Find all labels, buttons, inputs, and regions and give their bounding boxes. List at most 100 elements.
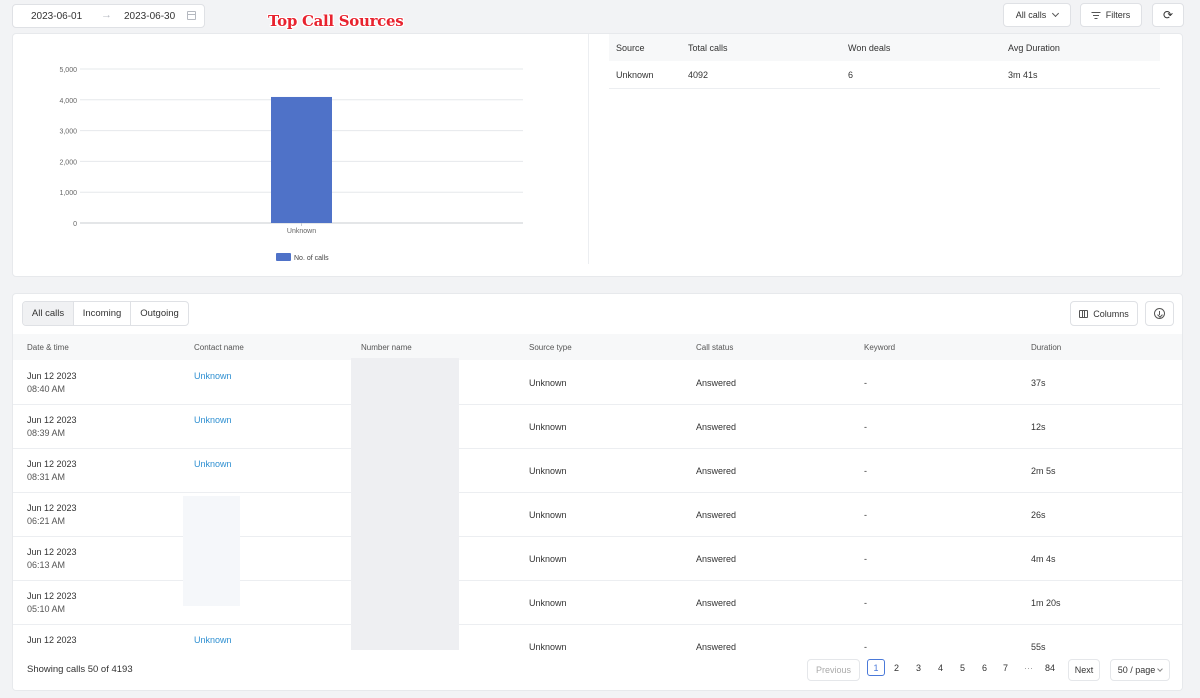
row-call-status: Answered [696, 466, 737, 476]
tab-incoming[interactable]: Incoming [74, 302, 131, 325]
page-84-button[interactable]: 84 [1045, 663, 1055, 673]
tab-all-calls[interactable]: All calls [23, 302, 74, 325]
table-row[interactable]: Jun 12 2023 08:39 AM Unknown Unknown Answere… [13, 405, 1182, 449]
y-tick-label: 2,000 [59, 159, 77, 166]
header-duration[interactable]: Duration [1031, 343, 1061, 352]
arrow-right-icon: → [101, 9, 112, 21]
table-row[interactable]: Jun 12 2023 08:31 AM Unknown Unknown Answere… [13, 449, 1182, 493]
contact-link[interactable]: Unknown [194, 371, 232, 381]
row-call-status: Answered [696, 598, 737, 608]
row-time: 08:31 AM [27, 472, 66, 482]
cell-total-calls: 4092 [688, 69, 709, 80]
cell-avg-duration: 3m 41s [1008, 69, 1038, 80]
calls-list-card: All calls Incoming Outgoing Columns Date… [12, 293, 1183, 691]
row-keyword: - [864, 466, 867, 476]
previous-page-button[interactable]: Previous [807, 659, 860, 681]
contact-link[interactable]: Unknown [194, 635, 232, 645]
columns-button[interactable]: Columns [1070, 301, 1138, 326]
chevron-down-icon [1157, 666, 1164, 672]
top-call-sources-card: 0 1,000 2,000 3,000 4,000 5,000 Unknown No. of … [12, 33, 1183, 277]
columns-icon [1079, 309, 1089, 318]
divider [588, 34, 589, 264]
row-time: 06:21 AM [27, 516, 66, 526]
row-date: Jun 12 2023 [27, 503, 77, 513]
row-source-type: Unknown [529, 598, 567, 608]
download-icon [1154, 308, 1165, 319]
x-tick-label: Unknown [287, 228, 316, 235]
header-date-time[interactable]: Date & time [27, 343, 69, 352]
chevron-down-icon [1052, 9, 1060, 18]
start-date[interactable]: 2023-06-01 [31, 11, 82, 22]
row-keyword: - [864, 598, 867, 608]
page-5-button[interactable]: 5 [960, 663, 965, 673]
row-time: 06:13 AM [27, 560, 66, 570]
table-footer: Showing calls 50 of 4193 Previous 1 2 3 … [13, 650, 1182, 690]
columns-label: Columns [1093, 308, 1129, 319]
page-7-button[interactable]: 7 [1003, 663, 1008, 673]
filter-icon [1091, 11, 1101, 19]
row-date: Jun 12 2023 [27, 371, 77, 381]
row-call-status: Answered [696, 422, 737, 432]
row-source-type: Unknown [529, 510, 567, 520]
row-call-status: Answered [696, 378, 737, 388]
y-tick-label: 1,000 [59, 190, 77, 197]
end-date[interactable]: 2023-06-30 [124, 11, 175, 22]
header-source: Source [616, 42, 645, 53]
filters-button[interactable]: Filters [1080, 3, 1142, 27]
header-source-type[interactable]: Source type [529, 343, 572, 352]
tab-outgoing[interactable]: Outgoing [131, 302, 188, 325]
table-row[interactable]: Jun 12 2023 08:40 AM Unknown Unknown Answere… [13, 361, 1182, 405]
header-avg-duration: Avg Duration [1008, 42, 1060, 53]
page-1-button[interactable]: 1 [867, 659, 885, 676]
sources-table-header: Source Total calls Won deals Avg Duratio… [609, 34, 1160, 61]
contact-link[interactable]: Unknown [194, 415, 232, 425]
row-source-type: Unknown [529, 554, 567, 564]
y-tick-label: 5,000 [59, 67, 77, 74]
page-6-button[interactable]: 6 [982, 663, 987, 673]
showing-count: Showing calls 50 of 4193 [27, 664, 133, 675]
row-keyword: - [864, 554, 867, 564]
legend-label[interactable]: No. of calls [294, 255, 329, 262]
page-2-button[interactable]: 2 [894, 663, 899, 673]
page-3-button[interactable]: 3 [916, 663, 921, 673]
page-ellipsis[interactable]: ··· [1024, 663, 1033, 673]
header-call-status[interactable]: Call status [696, 343, 733, 352]
row-time: 05:10 AM [27, 604, 66, 614]
row-date: Jun 12 2023 [27, 635, 77, 645]
row-date: Jun 12 2023 [27, 415, 77, 425]
all-calls-label: All calls [1015, 10, 1047, 20]
page-size-select[interactable]: 50 / page [1110, 659, 1170, 681]
all-calls-dropdown[interactable]: All calls [1003, 3, 1071, 27]
row-call-status: Answered [696, 510, 737, 520]
refresh-icon: ⟳ [1162, 8, 1174, 22]
calls-bar-chart: 0 1,000 2,000 3,000 4,000 5,000 Unknown No. of … [59, 67, 523, 262]
header-contact-name[interactable]: Contact name [194, 343, 244, 352]
date-range-picker[interactable]: 2023-06-01 → 2023-06-30 [12, 4, 205, 28]
next-page-button[interactable]: Next [1068, 659, 1100, 681]
row-source-type: Unknown [529, 378, 567, 388]
row-keyword: - [864, 510, 867, 520]
refresh-button[interactable]: ⟳ [1152, 3, 1184, 27]
y-tick-label: 4,000 [59, 98, 77, 105]
row-duration: 26s [1031, 510, 1046, 520]
header-total-calls: Total calls [688, 42, 728, 53]
header-number-name[interactable]: Number name [361, 343, 412, 352]
filters-label: Filters [1105, 10, 1131, 20]
row-keyword: - [864, 422, 867, 432]
row-duration: 1m 20s [1031, 598, 1061, 608]
calls-table-header: Date & time Contact name Number name Sou… [13, 334, 1182, 360]
call-direction-tabs: All calls Incoming Outgoing [22, 301, 189, 326]
row-time: 08:39 AM [27, 428, 66, 438]
redacted-number-column [351, 358, 459, 666]
page-4-button[interactable]: 4 [938, 663, 943, 673]
download-button[interactable] [1145, 301, 1174, 326]
contact-link[interactable]: Unknown [194, 459, 232, 469]
row-source-type: Unknown [529, 422, 567, 432]
bar[interactable] [271, 96, 332, 223]
row-date: Jun 12 2023 [27, 591, 77, 601]
header-keyword[interactable]: Keyword [864, 343, 895, 352]
row-time: 08:40 AM [27, 384, 66, 394]
legend-swatch [276, 253, 291, 261]
section-title: Top Call Sources [268, 12, 404, 30]
calendar-icon [187, 11, 196, 20]
